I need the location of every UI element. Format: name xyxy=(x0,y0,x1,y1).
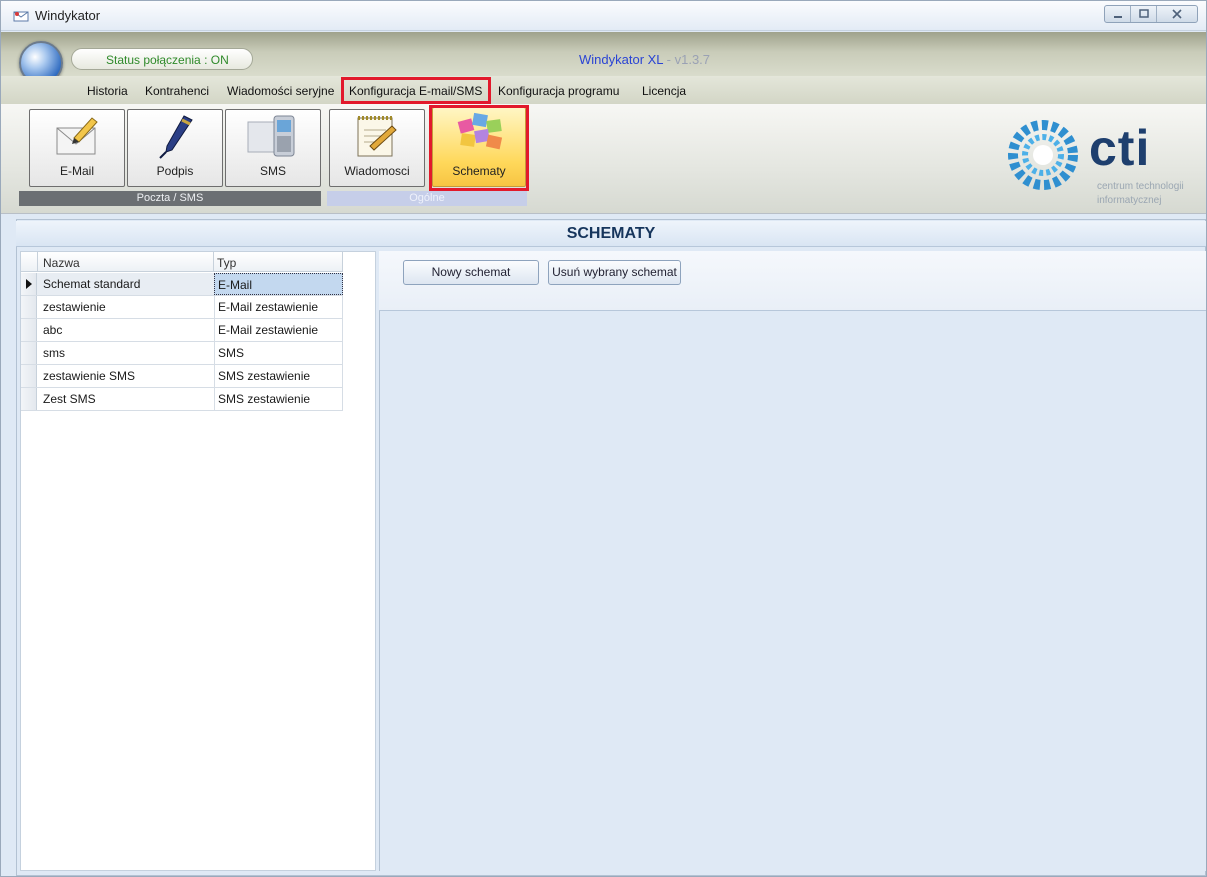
column-header-typ[interactable]: Typ xyxy=(217,256,236,270)
cti-logo-icon xyxy=(1008,120,1078,190)
tile-email[interactable]: E-Mail xyxy=(29,109,125,187)
row-indicator xyxy=(21,342,37,364)
row-type: SMS zestawienie xyxy=(214,365,343,387)
menu-bar: Historia Kontrahenci Wiadomości seryjne … xyxy=(1,76,1206,104)
column-separator xyxy=(37,252,38,272)
row-name: Zest SMS xyxy=(43,392,96,406)
column-separator xyxy=(213,252,214,272)
brand-line-2: informatycznej xyxy=(1097,195,1162,206)
row-name: sms xyxy=(43,346,65,360)
window-title: Windykator xyxy=(35,8,101,23)
row-type: SMS xyxy=(214,342,343,364)
brand-name: cti xyxy=(1089,120,1151,176)
row-type: E-Mail zestawienie xyxy=(214,319,343,341)
brand-line-1: centrum technologii xyxy=(1097,181,1184,192)
row-name: abc xyxy=(43,323,63,337)
tile-email-label: E-Mail xyxy=(59,164,94,178)
menu-item-kontrahenci[interactable]: Kontrahenci xyxy=(145,84,209,98)
maximize-icon[interactable] xyxy=(1131,6,1157,22)
title-bar: Windykator xyxy=(1,1,1206,31)
app-window: Windykator Status połączenia : ON Windyk… xyxy=(0,0,1207,877)
table-row[interactable]: zestawienie E-Mail zestawienie xyxy=(21,296,343,319)
app-version: - v1.3.7 xyxy=(663,52,711,67)
minimize-icon[interactable] xyxy=(1105,6,1131,22)
row-type: SMS zestawienie xyxy=(214,388,343,410)
notepad-icon xyxy=(357,116,397,157)
row-indicator xyxy=(21,273,37,295)
tile-sms[interactable]: SMS xyxy=(225,109,321,187)
tile-podpis-label: Podpis xyxy=(156,164,194,178)
menu-item-licencja[interactable]: Licencja xyxy=(642,84,686,98)
section-title: SCHEMATY xyxy=(16,221,1206,247)
group-poczta-sms: Poczta / SMS xyxy=(19,191,321,206)
tile-wiadomosci[interactable]: Wiadomosci xyxy=(329,109,425,187)
phone-icon xyxy=(247,115,295,157)
pen-icon xyxy=(159,115,193,159)
window-controls xyxy=(1104,5,1198,23)
connection-status: Status połączenia : ON xyxy=(71,48,253,70)
column-separator xyxy=(342,252,343,272)
app-icon xyxy=(13,11,29,22)
menu-item-konfiguracja-programu[interactable]: Konfiguracja programu xyxy=(498,84,619,98)
email-icon xyxy=(56,117,98,155)
row-name: zestawienie xyxy=(43,300,106,314)
new-schema-button[interactable]: Nowy schemat xyxy=(403,260,539,285)
app-name: Windykator XL xyxy=(579,52,664,67)
row-indicator xyxy=(21,365,37,387)
table-row[interactable]: abc E-Mail zestawienie xyxy=(21,319,343,342)
row-name: Schemat standard xyxy=(43,277,141,291)
menu-highlight-frame xyxy=(341,77,491,104)
tile-wiadomosci-label: Wiadomosci xyxy=(344,164,410,178)
menu-item-historia[interactable]: Historia xyxy=(87,84,128,98)
row-name: zestawienie SMS xyxy=(43,369,136,383)
row-type: E-Mail xyxy=(214,273,343,295)
brand-logo: cti centrum technologii informatycznej xyxy=(1001,113,1201,208)
row-indicator xyxy=(21,296,37,318)
table-row[interactable]: Schemat standard E-Mail xyxy=(21,273,343,296)
menu-item-wiadomosci-seryjne[interactable]: Wiadomości seryjne xyxy=(227,84,334,98)
table-header: Nazwa Typ xyxy=(21,252,343,272)
table-row[interactable]: zestawienie SMS SMS zestawienie xyxy=(21,365,343,388)
schema-detail-panel xyxy=(379,251,1206,871)
tile-podpis[interactable]: Podpis xyxy=(127,109,223,187)
tile-sms-label: SMS xyxy=(259,164,286,178)
table-row[interactable]: sms SMS xyxy=(21,342,343,365)
row-type: E-Mail zestawienie xyxy=(214,296,343,318)
delete-schema-button[interactable]: Usuń wybrany schemat xyxy=(548,260,681,285)
table-row[interactable]: Zest SMS SMS zestawienie xyxy=(21,388,343,411)
close-icon[interactable] xyxy=(1157,6,1197,22)
tile-highlight-frame xyxy=(429,105,529,191)
app-title: Windykator XL - v1.3.7 xyxy=(579,52,710,67)
connection-status-text: Status połączenia : ON xyxy=(106,53,229,67)
row-indicator xyxy=(21,388,37,410)
column-header-nazwa[interactable]: Nazwa xyxy=(43,256,80,270)
group-ogolne: Ogólne xyxy=(327,191,527,206)
current-row-arrow-icon xyxy=(26,279,32,289)
row-indicator xyxy=(21,319,37,341)
schema-table: Nazwa Typ Schemat standard E-Mail zestaw… xyxy=(20,251,376,871)
